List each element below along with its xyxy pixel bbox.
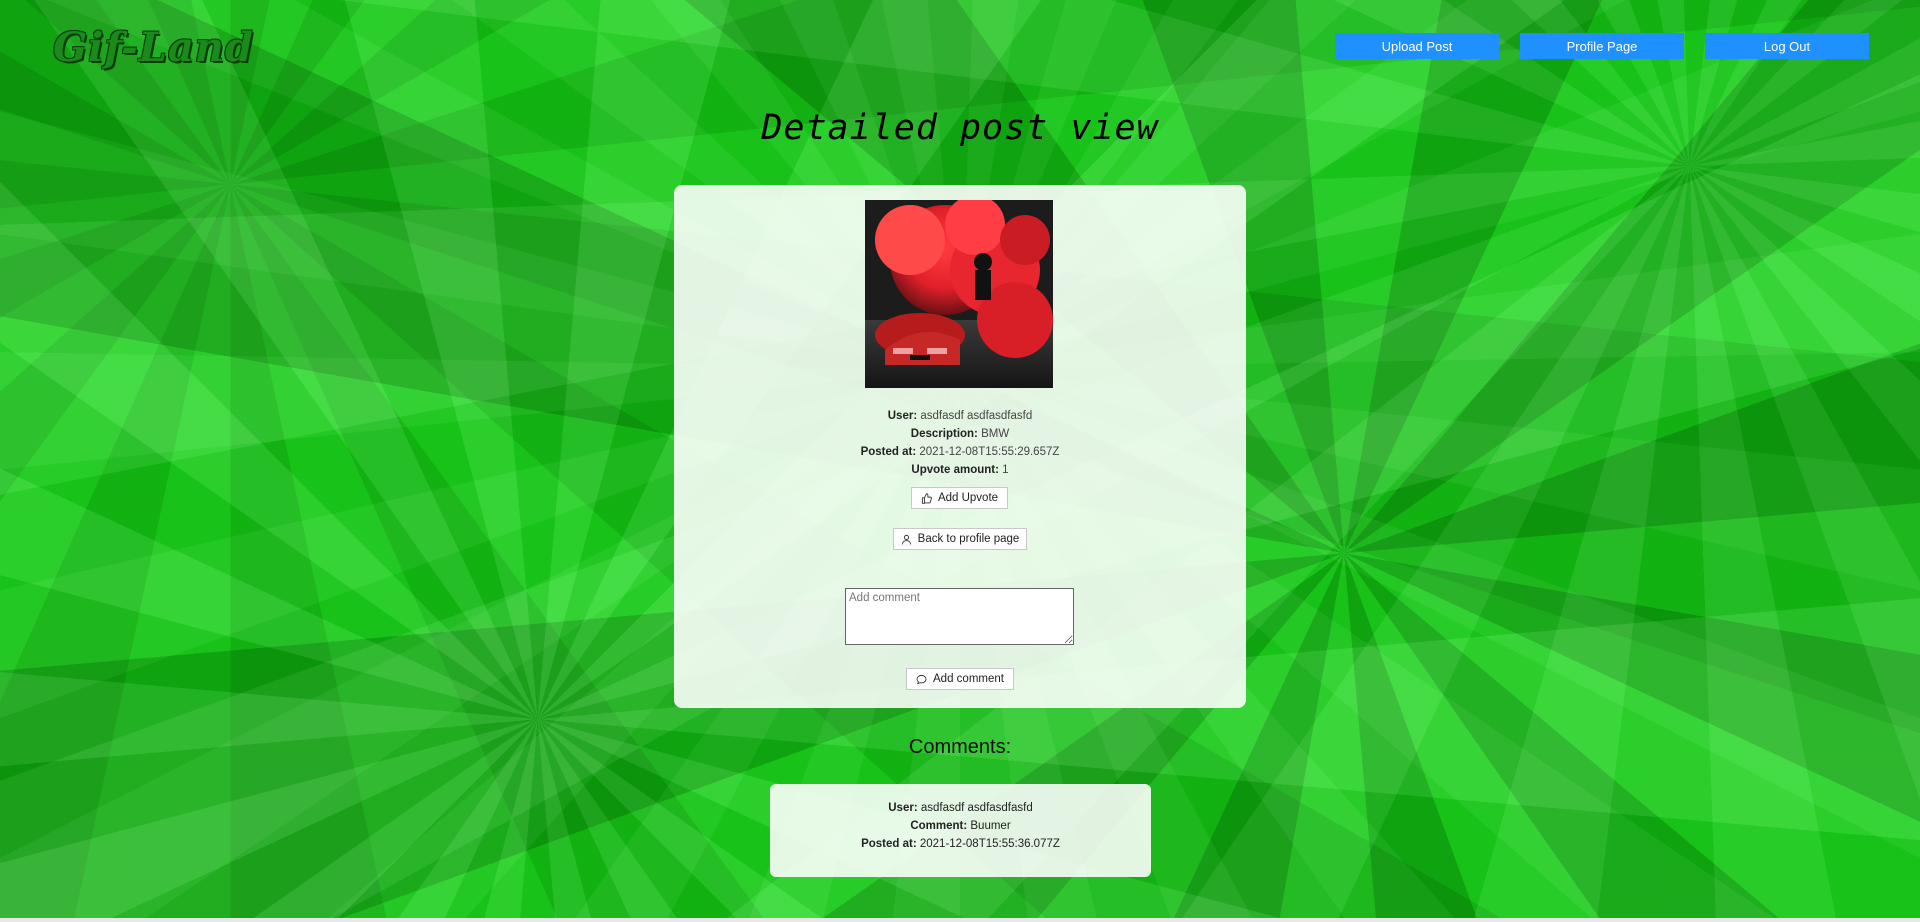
post-description-value: BMW bbox=[981, 428, 1010, 440]
back-to-profile-button[interactable]: Back to profile page bbox=[893, 528, 1027, 550]
page-title: Detailed post view bbox=[761, 108, 1159, 148]
post-user-label: User: bbox=[887, 410, 918, 422]
profile-page-button[interactable]: Profile Page bbox=[1520, 33, 1684, 59]
comment-posted-row: Posted at: 2021-12-08T15:55:36.077Z bbox=[770, 835, 1151, 853]
post-upvote-label: Upvote amount: bbox=[911, 464, 999, 476]
comment-input[interactable] bbox=[845, 588, 1074, 645]
comment-user-row: User: asdfasdf asdfasdfasfd bbox=[770, 799, 1151, 817]
comment-text-value: Buumer bbox=[970, 820, 1011, 832]
post-image bbox=[865, 200, 1053, 388]
post-user-row: User: asdfasdf asdfasdfasfd bbox=[674, 407, 1246, 425]
comment-posted-label: Posted at: bbox=[861, 838, 917, 850]
comment-text-row: Comment: Buumer bbox=[770, 817, 1151, 835]
post-card: User: asdfasdf asdfasdfasfd Description:… bbox=[674, 185, 1246, 708]
post-user-value: asdfasdf asdfasdfasfd bbox=[920, 410, 1033, 422]
post-upvote-value: 1 bbox=[1002, 464, 1009, 476]
post-meta: User: asdfasdf asdfasdfasfd Description:… bbox=[674, 407, 1246, 479]
person-icon bbox=[901, 534, 911, 544]
post-posted-row: Posted at: 2021-12-08T15:55:29.657Z bbox=[674, 443, 1246, 461]
comment-user-value: asdfasdf asdfasdfasfd bbox=[920, 802, 1033, 814]
post-posted-label: Posted at: bbox=[860, 446, 917, 458]
back-to-profile-label: Back to profile page bbox=[917, 533, 1020, 545]
comment-text-label: Comment: bbox=[910, 820, 968, 832]
comment-card: User: asdfasdf asdfasdfasfd Comment: Buu… bbox=[770, 784, 1151, 877]
log-out-button[interactable]: Log Out bbox=[1705, 33, 1869, 59]
car-smoke-image bbox=[865, 200, 1053, 388]
page-bottom-edge bbox=[0, 918, 1920, 922]
post-upvote-row: Upvote amount: 1 bbox=[674, 461, 1246, 479]
post-description-label: Description: bbox=[910, 428, 978, 440]
comment-user-label: User: bbox=[888, 802, 918, 814]
chat-icon bbox=[916, 674, 927, 684]
post-description-row: Description: BMW bbox=[674, 425, 1246, 443]
add-comment-button[interactable]: Add comment bbox=[906, 668, 1014, 690]
thumbs-up-icon bbox=[921, 492, 932, 504]
post-posted-value: 2021-12-08T15:55:29.657Z bbox=[919, 446, 1060, 458]
upload-post-button[interactable]: Upload Post bbox=[1335, 33, 1499, 59]
top-nav: Upload Post Profile Page Log Out bbox=[1335, 33, 1869, 59]
comment-meta: User: asdfasdf asdfasdfasfd Comment: Buu… bbox=[770, 799, 1151, 853]
add-comment-label: Add comment bbox=[933, 673, 1004, 685]
add-upvote-label: Add Upvote bbox=[937, 492, 999, 504]
app-logo[interactable]: Gif-Land bbox=[53, 24, 254, 71]
comments-heading: Comments: bbox=[908, 736, 1012, 758]
comment-posted-value: 2021-12-08T15:55:36.077Z bbox=[919, 838, 1060, 850]
add-upvote-button[interactable]: Add Upvote bbox=[911, 487, 1008, 509]
